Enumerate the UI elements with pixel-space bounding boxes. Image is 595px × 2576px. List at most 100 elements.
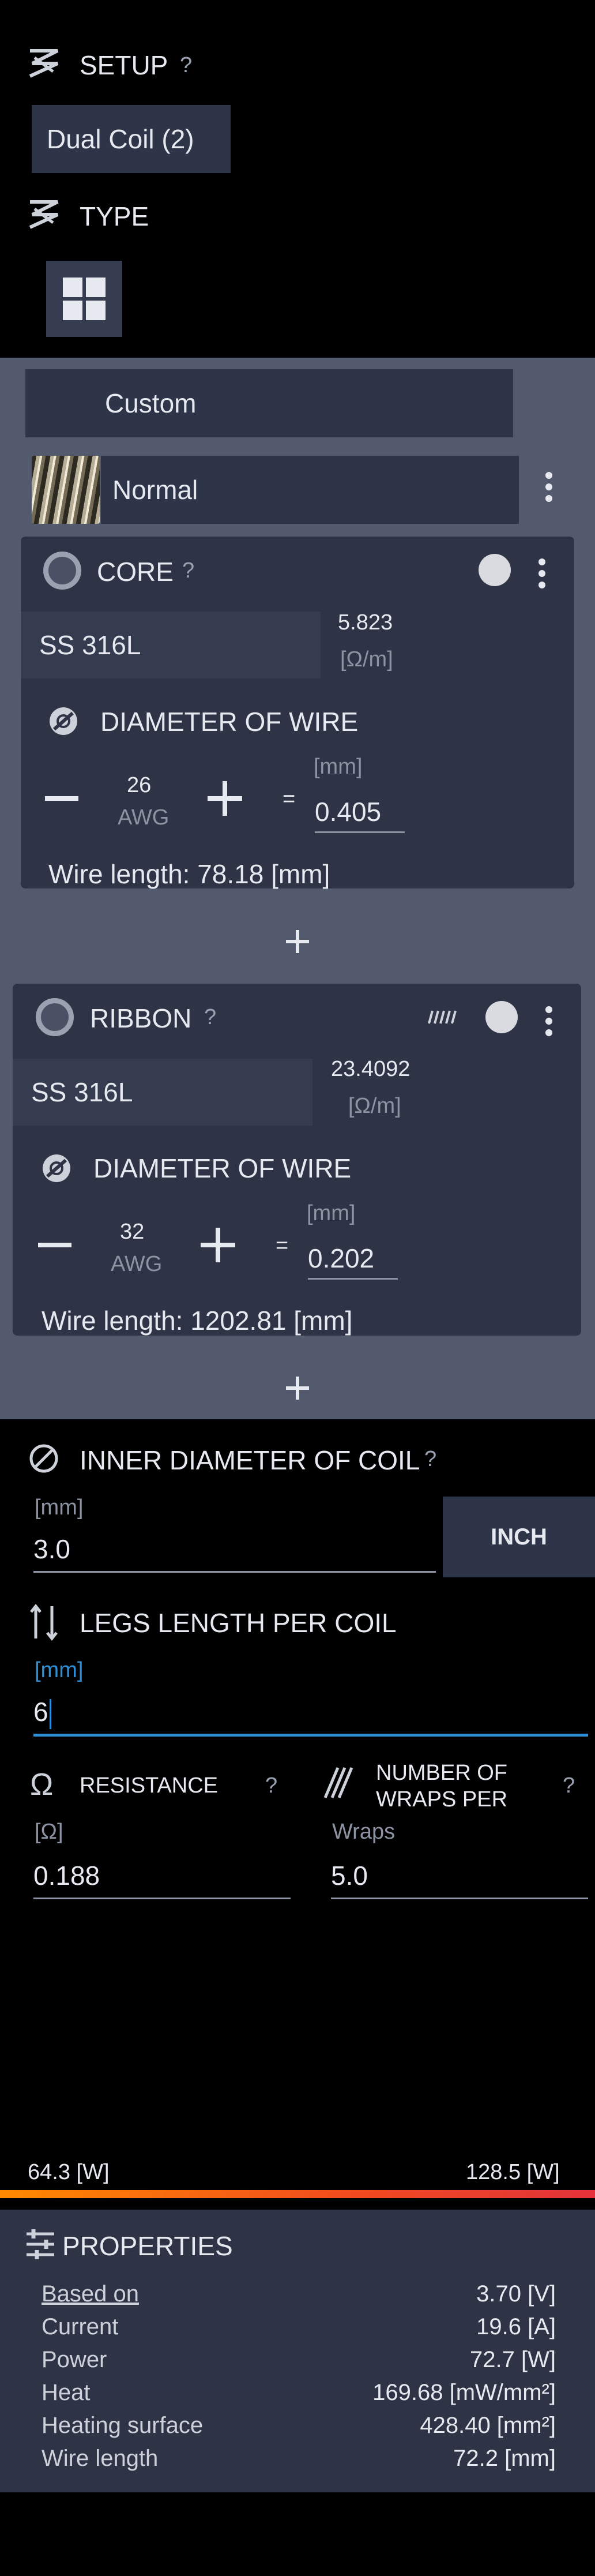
ribbon-mm-input[interactable]: 0.202: [308, 1243, 398, 1280]
property-label: Current: [42, 2314, 119, 2339]
power-min: 64.3 [W]: [28, 2160, 110, 2184]
wraps-label: NUMBER OF WRAPS PER: [376, 1761, 508, 1812]
ribbon-title: RIBBON: [90, 1003, 192, 1033]
inner-diameter-icon: [29, 1444, 58, 1473]
properties-list: Based on 3.70 [V] Current 19.6 [A] Power…: [42, 2278, 556, 2475]
core-color-dot[interactable]: [479, 554, 511, 586]
property-value: 169.68 [mW/mm²]: [372, 2380, 556, 2405]
property-label: Heating surface: [42, 2413, 204, 2438]
ribbon-wire-length: Wire length: 1202.81 [mm]: [42, 1306, 353, 1336]
core-wire-length: Wire length: 78.18 [mm]: [48, 859, 330, 889]
legs-length-input[interactable]: 6: [33, 1696, 588, 1737]
coil-preview-image: [32, 456, 100, 524]
ribbon-resistance-value: 23.4092: [331, 1057, 411, 1081]
ribbon-resistance-unit: [Ω/m]: [348, 1094, 401, 1118]
sliders-icon: [27, 2229, 54, 2259]
normal-more-menu[interactable]: [545, 472, 552, 502]
core-mm-input[interactable]: 0.405: [315, 796, 405, 833]
property-row: Based on 3.70 [V]: [42, 2278, 556, 2311]
wraps-help[interactable]: ?: [563, 1773, 575, 1798]
setup-label: SETUP: [80, 50, 168, 80]
setup-select[interactable]: Dual Coil (2): [32, 105, 231, 173]
add-ribbon-wire-button[interactable]: [286, 1377, 309, 1400]
ribbon-toggle-icon[interactable]: [36, 998, 74, 1036]
wraps-input[interactable]: 5.0: [331, 1860, 588, 1899]
core-material-select[interactable]: SS 316L: [21, 612, 321, 678]
type-grid-button[interactable]: [46, 261, 122, 337]
coil-icon: [29, 49, 59, 78]
core-title: CORE: [97, 557, 174, 587]
wraps-icon: [323, 1767, 353, 1798]
legs-length-icon: [30, 1604, 58, 1641]
property-row: Heat 169.68 [mW/mm²]: [42, 2376, 556, 2409]
property-row: Power 72.7 [W]: [42, 2343, 556, 2376]
custom-label: Custom: [105, 388, 197, 418]
power-range-bar: [0, 2190, 595, 2198]
legs-length-unit: [mm]: [35, 1658, 84, 1682]
property-value: 19.6 [A]: [476, 2314, 556, 2339]
property-value: 72.2 [mm]: [453, 2446, 556, 2471]
grid-icon: [63, 278, 106, 320]
property-value: 3.70 [V]: [476, 2281, 556, 2307]
wraps-unit: Wraps: [332, 1820, 396, 1844]
core-increment-button[interactable]: [208, 781, 242, 816]
property-label[interactable]: Based on: [42, 2281, 139, 2307]
core-equals: =: [283, 787, 296, 811]
inner-diameter-unit: [mm]: [35, 1495, 84, 1520]
property-label: Power: [42, 2347, 107, 2372]
power-max: 128.5 [W]: [466, 2160, 560, 2184]
ribbon-gauge-unit: AWG: [111, 1252, 163, 1276]
core-decrement-button[interactable]: [45, 796, 78, 801]
normal-label: Normal: [112, 475, 198, 505]
coil-icon: [29, 200, 59, 229]
legs-length-value: 6: [33, 1697, 48, 1727]
setup-help[interactable]: ?: [180, 53, 192, 78]
ribbon-material-select[interactable]: SS 316L: [13, 1059, 312, 1126]
ribbon-color-dot[interactable]: [485, 1001, 518, 1033]
ribbon-decrement-button[interactable]: [38, 1243, 71, 1247]
type-label: TYPE: [80, 201, 149, 231]
resistance-help[interactable]: ?: [265, 1773, 277, 1798]
core-gauge-unit: AWG: [118, 805, 170, 830]
text-cursor: [49, 1698, 51, 1729]
inch-button-label: INCH: [491, 1524, 547, 1550]
inner-diameter-help[interactable]: ?: [424, 1447, 436, 1472]
legs-length-label: LEGS LENGTH PER COIL: [80, 1608, 397, 1638]
core-mm-unit: [mm]: [314, 755, 363, 779]
core-resistance-value: 5.823: [338, 610, 393, 635]
property-row: Current 19.6 [A]: [42, 2311, 556, 2343]
core-help[interactable]: ?: [182, 558, 194, 583]
resistance-input[interactable]: 0.188: [33, 1860, 291, 1899]
properties-title: PROPERTIES: [62, 2231, 233, 2261]
core-diameter-label: DIAMETER OF WIRE: [100, 707, 359, 737]
ribbon-increment-button[interactable]: [201, 1228, 235, 1262]
inch-button[interactable]: INCH: [443, 1497, 595, 1577]
resistance-label: RESISTANCE: [80, 1773, 219, 1798]
resistance-unit: [Ω]: [35, 1820, 63, 1844]
setup-select-value: Dual Coil (2): [47, 124, 194, 154]
property-value: 428.40 [mm²]: [420, 2413, 556, 2438]
inner-diameter-input[interactable]: 3.0: [33, 1533, 436, 1573]
normal-select[interactable]: Normal: [101, 456, 519, 524]
inner-diameter-label: INNER DIAMETER OF COIL: [80, 1445, 420, 1475]
ribbon-pattern-icon: [428, 1010, 457, 1024]
ribbon-more-menu[interactable]: [545, 1006, 552, 1036]
core-gauge-value: 26: [127, 773, 152, 797]
ribbon-equals: =: [276, 1233, 289, 1258]
ribbon-gauge-value: 32: [120, 1220, 145, 1244]
core-material-value: SS 316L: [39, 630, 141, 660]
custom-button[interactable]: Custom: [25, 369, 513, 437]
property-label: Heat: [42, 2380, 91, 2405]
wire-diameter-icon: [43, 1154, 70, 1182]
property-row: Heating surface 428.40 [mm²]: [42, 2409, 556, 2442]
property-row: Wire length 72.2 [mm]: [42, 2442, 556, 2475]
core-toggle-icon[interactable]: [43, 552, 81, 590]
ribbon-material-value: SS 316L: [31, 1077, 133, 1107]
ribbon-diameter-label: DIAMETER OF WIRE: [93, 1153, 352, 1183]
core-more-menu[interactable]: [538, 558, 545, 588]
ribbon-mm-unit: [mm]: [307, 1201, 356, 1225]
core-resistance-unit: [Ω/m]: [340, 647, 393, 672]
property-label: Wire length: [42, 2446, 159, 2471]
ribbon-help[interactable]: ?: [204, 1005, 216, 1030]
add-core-wire-button[interactable]: [286, 930, 309, 953]
